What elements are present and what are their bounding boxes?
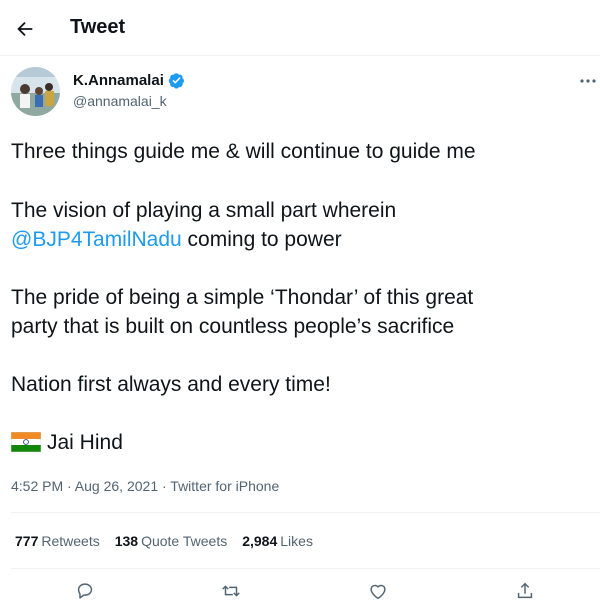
share-icon[interactable]: [514, 580, 536, 600]
likes-count: 2,984: [242, 533, 278, 549]
tweet-text-line: party that is built on countless people’…: [11, 315, 455, 338]
likes-label: Likes: [280, 533, 313, 549]
avatar[interactable]: [11, 67, 60, 116]
arrow-left-icon[interactable]: [14, 18, 36, 40]
tweet-text-fragment: Jai Hind: [47, 431, 123, 454]
quote-tweets-stat[interactable]: 138 Quote Tweets: [115, 533, 228, 549]
tweet-timestamp[interactable]: 4:52 PM · Aug 26, 2021 · Twitter for iPh…: [11, 478, 279, 494]
page-title: Tweet: [70, 16, 126, 38]
likes-stat[interactable]: 2,984 Likes: [242, 533, 313, 549]
tweet-text-fragment: coming to power: [181, 228, 342, 251]
tweet-text-line: The pride of being a simple ‘Thondar’ of…: [11, 286, 474, 309]
india-flag-icon: [11, 432, 41, 452]
retweets-stat[interactable]: 777 Retweets: [15, 533, 100, 549]
retweets-label: Retweets: [41, 533, 100, 549]
divider: [11, 512, 600, 513]
author-name[interactable]: K.Annamalai: [73, 72, 164, 89]
tweet-text-line: Three things guide me & will continue to…: [11, 140, 476, 163]
author-handle[interactable]: @annamalai_k: [73, 93, 167, 109]
tweet-text-line: Jai Hind: [11, 429, 123, 457]
top-header: Tweet: [0, 0, 600, 56]
verified-badge-icon: [168, 73, 184, 89]
author-name-row[interactable]: K.Annamalai: [73, 72, 185, 89]
heart-icon[interactable]: [367, 580, 389, 600]
retweets-count: 777: [15, 533, 39, 549]
mention-link[interactable]: @BJP4TamilNadu: [11, 228, 182, 251]
retweet-icon[interactable]: [220, 580, 242, 600]
engagement-stats: 777 Retweets 138 Quote Tweets 2,984 Likes: [15, 533, 328, 549]
quote-tweets-count: 138: [114, 533, 139, 549]
tweet-page: Tweet K.Annamalai @annamalai_k Three thi…: [0, 0, 600, 600]
reply-icon[interactable]: [74, 580, 96, 600]
more-horizontal-icon[interactable]: [578, 74, 598, 88]
divider: [11, 568, 600, 569]
tweet-text-line: The vision of playing a small part where…: [11, 199, 397, 222]
quote-tweets-label: Quote Tweets: [141, 533, 228, 549]
tweet-text-line: Nation first always and every time!: [11, 373, 331, 396]
tweet-text-line: @BJP4TamilNadu coming to power: [11, 226, 342, 254]
